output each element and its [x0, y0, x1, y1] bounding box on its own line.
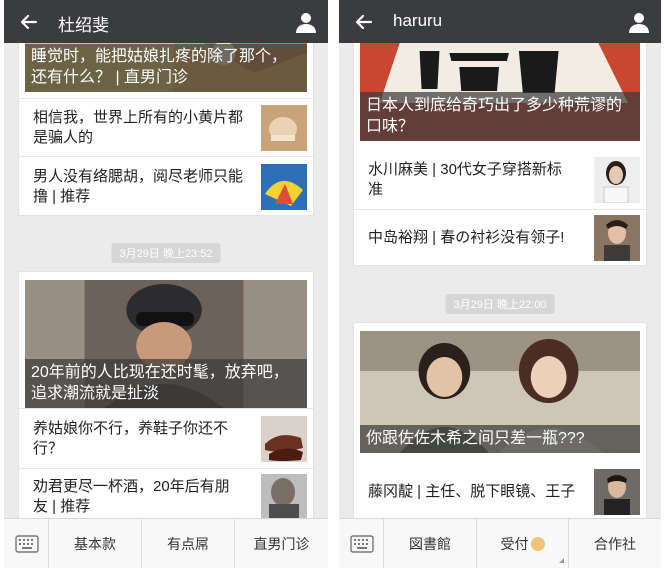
menu-item-basic[interactable]: 基本款	[49, 519, 142, 568]
menu-item-cool[interactable]: 有点屌	[142, 519, 235, 568]
hero-image[interactable]: 你跟佐佐木希之间只差一瓶???	[360, 331, 640, 453]
list-item-text: 劝君更尽一杯酒，20年后有朋友 | 推荐	[33, 477, 230, 515]
thumbnail	[594, 469, 640, 515]
thumbnail	[261, 104, 307, 151]
menu-item-clinic[interactable]: 直男门诊	[235, 519, 328, 568]
hero-image[interactable]: 20年前的人比现在还时髦，放弃吧，追求潮流就是扯淡	[25, 280, 307, 408]
title-bar: 杜绍斐	[4, 0, 328, 43]
keyboard-icon	[15, 535, 39, 553]
back-arrow-icon[interactable]	[16, 9, 42, 35]
keyboard-icon	[350, 535, 374, 553]
thumbnail	[594, 157, 640, 203]
profile-icon[interactable]	[294, 10, 318, 34]
keyboard-toggle[interactable]	[4, 519, 49, 568]
hero-image[interactable]: 日本人到底给奇巧出了多少种荒谬的口味？	[360, 43, 640, 141]
back-arrow-icon[interactable]	[351, 9, 377, 35]
thumbnail	[594, 215, 640, 261]
list-item-text: 养姑娘你不行，养鞋子你还不行？	[33, 419, 229, 457]
hero-image[interactable]: 睡觉时，能把姑娘扎疼的除了那个，还有什么？ | 直男门诊	[25, 43, 307, 92]
timestamp: 3月29日 晚上23:52	[111, 243, 221, 263]
list-item-text: 藤冈靛 | 主任、脱下眼镜、王子	[368, 483, 576, 500]
list-item[interactable]: 男人没有络腮胡，阅尽老师只能撸 | 推荐	[19, 156, 313, 216]
list-item[interactable]: 中岛裕翔 | 春の衬衫没有领子!	[354, 209, 646, 266]
hero-caption: 日本人到底给奇巧出了多少种荒谬的口味？	[360, 92, 640, 141]
chat-title: 杜绍斐	[58, 16, 109, 35]
timestamp: 3月29日 晚上22:00	[445, 294, 555, 314]
keyboard-toggle[interactable]	[339, 519, 384, 568]
right-chat-screen: haruru 日本人到底给奇巧出了多少种荒谬的口味？ 水川麻美 | 30代女子穿…	[339, 0, 661, 568]
list-item[interactable]: 养姑娘你不行，养鞋子你还不行？	[19, 408, 313, 468]
left-chat-screen: 杜绍斐 睡觉时，能把姑娘扎疼的除了那个，还有什么？ | 直男门诊 相信我，世界上…	[4, 0, 328, 568]
menu-item-library[interactable]: 図書館	[384, 519, 477, 568]
article-card[interactable]: 你跟佐佐木希之间只差一瓶??? 藤冈靛 | 主任、脱下眼镜、王子	[353, 322, 647, 522]
profile-icon[interactable]	[627, 10, 651, 34]
list-item[interactable]: 藤冈靛 | 主任、脱下眼镜、王子	[354, 461, 646, 523]
bottom-menu: 基本款 有点屌 直男门诊	[4, 518, 328, 568]
list-item-text: 水川麻美 | 30代女子穿搭新标准	[368, 161, 562, 198]
menu-item-label: 受付	[500, 536, 529, 552]
submenu-indicator-icon	[559, 558, 564, 563]
article-card[interactable]: 睡觉时，能把姑娘扎疼的除了那个，还有什么？ | 直男门诊 相信我，世界上所有的小…	[18, 43, 314, 216]
list-item-text: 男人没有络腮胡，阅尽老师只能撸 | 推荐	[33, 167, 244, 205]
hero-caption: 20年前的人比现在还时髦，放弃吧，追求潮流就是扯淡	[25, 359, 307, 408]
thumbnail	[261, 163, 307, 210]
bottom-menu: 図書館 受付 合作社	[339, 518, 661, 568]
menu-item-cooperative[interactable]: 合作社	[569, 519, 661, 568]
thumbnail	[261, 415, 307, 462]
list-item-text: 相信我，世界上所有的小黄片都是骗人的	[33, 108, 244, 146]
list-item[interactable]: 水川麻美 | 30代女子穿搭新标准	[354, 151, 646, 209]
menu-item-reception[interactable]: 受付	[477, 519, 569, 568]
chat-title: haruru	[393, 11, 443, 30]
list-item[interactable]: 劝君更尽一杯酒，20年后有朋友 | 推荐	[19, 468, 313, 524]
hero-caption: 睡觉时，能把姑娘扎疼的除了那个，还有什么？ | 直男门诊	[25, 44, 307, 92]
thumbnail	[261, 473, 307, 520]
article-card[interactable]: 20年前的人比现在还时髦，放弃吧，追求潮流就是扯淡 养姑娘你不行，养鞋子你还不行…	[18, 271, 314, 523]
title-bar: haruru	[339, 0, 661, 43]
emoji-person-icon	[530, 537, 545, 551]
article-card[interactable]: 日本人到底给奇巧出了多少种荒谬的口味？ 水川麻美 | 30代女子穿搭新标准 中岛…	[353, 43, 647, 266]
list-item[interactable]: 相信我，世界上所有的小黄片都是骗人的	[19, 98, 313, 156]
hero-caption: 你跟佐佐木希之间只差一瓶???	[360, 425, 640, 453]
list-item-text: 中岛裕翔 | 春の衬衫没有领子!	[368, 229, 565, 246]
